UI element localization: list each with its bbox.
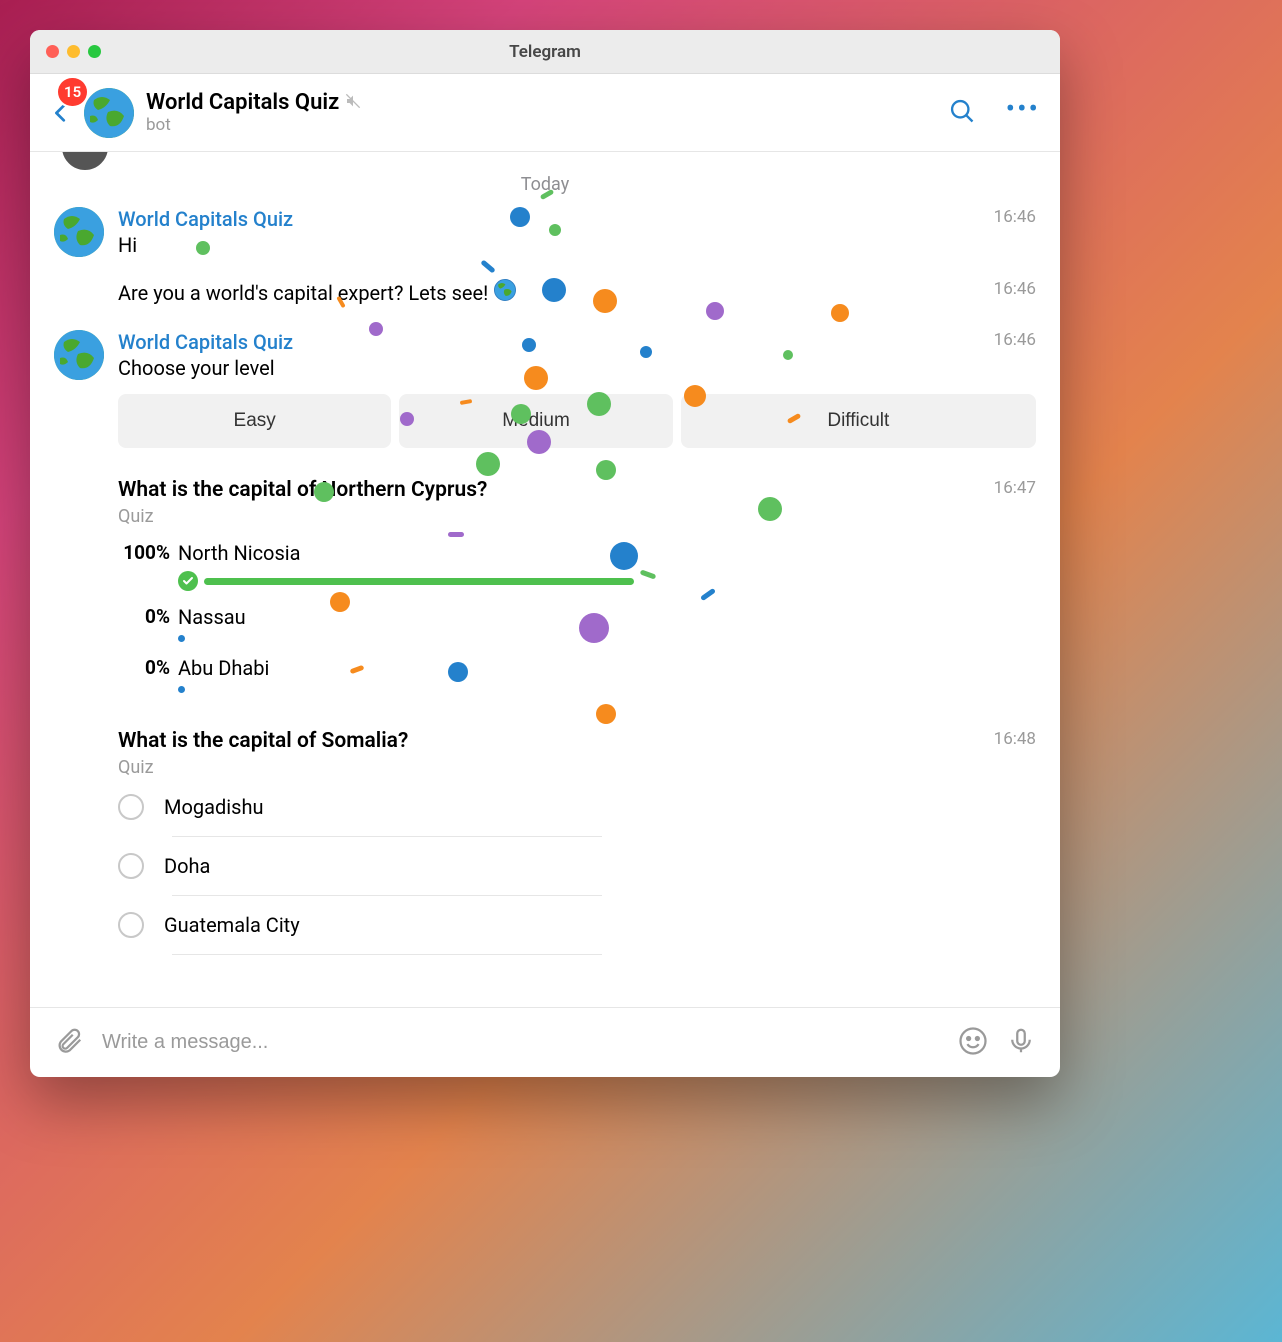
poll-percentage: 0% [118,605,170,628]
message-row: 16:46 Are you a world's capital expert? … [118,279,1036,306]
level-medium-button[interactable]: Medium [399,394,672,448]
chat-title-block: World Capitals Quiz bot [146,90,918,135]
inline-keyboard: Easy Medium Difficult [118,394,1036,448]
app-window: Telegram 15 World Capitals Quiz bot [30,30,1060,1077]
poll-option: 100% North Nicosia [118,541,966,591]
quiz-label: Quiz [118,757,966,778]
quiz-option-label: Doha [164,854,966,878]
message-text: Are you a world's capital expert? Lets s… [118,281,488,305]
titlebar: Telegram [30,30,1060,74]
radio-icon [118,853,144,879]
back-button[interactable]: 15 [50,98,72,128]
date-separator: Today [54,174,1036,195]
mute-icon [345,93,361,113]
quiz-label: Quiz [118,506,966,527]
poll-percentage: 100% [118,541,170,564]
message-time: 16:46 [994,279,1036,299]
quiz-option-label: Guatemala City [164,913,966,937]
poll-option: 0% Nassau [118,605,966,642]
message-time: 16:46 [994,207,1036,227]
poll-option-label: Abu Dhabi [178,656,628,680]
attach-button[interactable] [54,1026,84,1060]
poll-bar [204,578,634,585]
poll-bar [178,686,185,693]
message-input[interactable] [102,1031,940,1054]
search-button[interactable] [948,97,976,129]
quiz-question: What is the capital of Somalia? [118,729,966,753]
chat-body[interactable]: Today 16:46 World Capitals Quiz Hi 16:46… [30,152,1060,1007]
emoji-button[interactable] [958,1026,988,1060]
unread-badge: 15 [58,78,87,106]
chat-name[interactable]: World Capitals Quiz [146,90,339,115]
poll-option-label: Nassau [178,605,628,629]
quiz-question: What is the capital of Northern Cyprus? [118,478,966,502]
globe-icon [84,88,134,138]
chat-avatar[interactable] [84,88,134,138]
message-input-bar [30,1007,1060,1077]
more-button[interactable]: ••• [1006,92,1040,133]
radio-icon [118,912,144,938]
level-easy-button[interactable]: Easy [118,394,391,448]
quiz-option[interactable]: Guatemala City [118,896,966,954]
message-text: Hi [118,233,1036,257]
quiz-option[interactable]: Mogadishu [118,778,966,836]
quiz-message: 16:47 What is the capital of Northern Cy… [118,478,1036,693]
poll-option: 0% Abu Dhabi [118,656,966,693]
message-time: 16:48 [994,729,1036,749]
sender-name[interactable]: World Capitals Quiz [118,330,1036,354]
sender-name[interactable]: World Capitals Quiz [118,207,1036,231]
previous-message-avatar [60,152,110,172]
chat-header: 15 World Capitals Quiz bot ••• [30,74,1060,152]
globe-icon [54,207,104,257]
globe-emoji-icon [494,279,516,306]
quiz-message: 16:48 What is the capital of Somalia? Qu… [118,729,1036,955]
separator [172,954,602,955]
checkmark-icon [178,571,198,591]
poll-bar [178,635,185,642]
globe-icon [54,330,104,380]
message-text: Choose your level [118,356,1036,380]
quiz-option[interactable]: Doha [118,837,966,895]
message-time: 16:46 [994,330,1036,350]
level-difficult-button[interactable]: Difficult [681,394,1036,448]
poll-percentage: 0% [118,656,170,679]
radio-icon [118,794,144,820]
poll-option-label: North Nicosia [178,541,634,565]
message-time: 16:47 [994,478,1036,498]
quiz-option-label: Mogadishu [164,795,966,819]
message-row: 16:46 World Capitals Quiz Choose your le… [54,330,1036,448]
sender-avatar[interactable] [54,207,104,257]
window-title: Telegram [30,42,1060,62]
sender-avatar[interactable] [54,330,104,380]
chat-subtitle: bot [146,115,918,135]
message-row: 16:46 World Capitals Quiz Hi [54,207,1036,257]
voice-button[interactable] [1006,1026,1036,1060]
